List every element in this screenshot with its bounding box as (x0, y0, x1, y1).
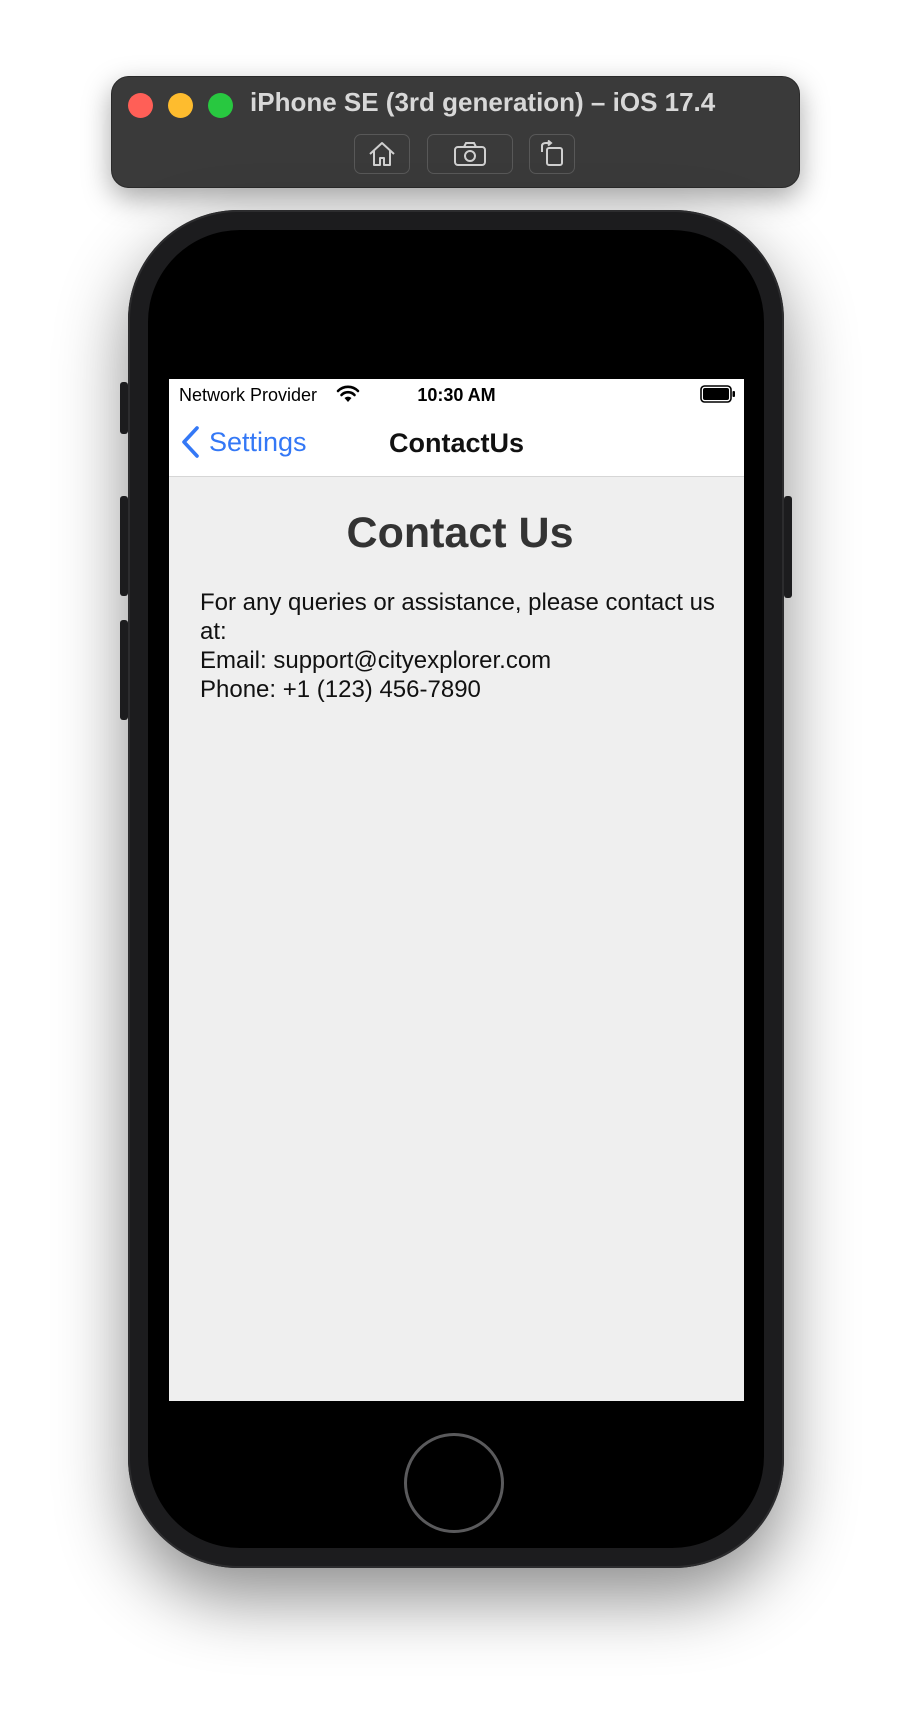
home-icon (369, 142, 395, 166)
contact-content: Contact Us For any queries or assistance… (200, 477, 720, 704)
close-window-button[interactable] (128, 93, 153, 118)
device-home-button[interactable] (404, 1433, 504, 1533)
email-text[interactable]: Email: support@cityexplorer.com (200, 646, 720, 675)
volume-up-button (120, 496, 128, 596)
rotate-icon (541, 140, 563, 166)
navigation-bar: Settings ContactUs (169, 409, 744, 477)
page-heading: Contact Us (346, 509, 574, 557)
simulator-title-bar: iPhone SE (3rd generation) – iOS 17.4 (111, 76, 800, 188)
contact-details: For any queries or assistance, please co… (200, 588, 720, 704)
battery-icon (700, 385, 735, 403)
phone-text[interactable]: Phone: +1 (123) 456-7890 (200, 675, 720, 704)
device-screen: Network Provider 10:30 AM Settings Conta… (169, 379, 744, 1401)
mute-switch (120, 382, 128, 434)
minimize-window-button[interactable] (168, 93, 193, 118)
home-button[interactable] (354, 134, 410, 174)
intro-text: For any queries or assistance, please co… (200, 589, 715, 645)
status-time: 10:30 AM (417, 385, 496, 405)
power-button (784, 496, 792, 598)
zoom-window-button[interactable] (208, 93, 233, 118)
status-bar: Network Provider 10:30 AM (169, 379, 744, 409)
stage: iPhone SE (3rd generation) – iOS 17.4 Ne… (0, 0, 912, 1718)
rotate-button[interactable] (529, 134, 575, 174)
screenshot-button[interactable] (427, 134, 513, 174)
volume-down-button (120, 620, 128, 720)
camera-icon (454, 142, 486, 166)
simulator-title: iPhone SE (3rd generation) – iOS 17.4 (250, 87, 716, 117)
nav-title: ContactUs (388, 428, 524, 458)
